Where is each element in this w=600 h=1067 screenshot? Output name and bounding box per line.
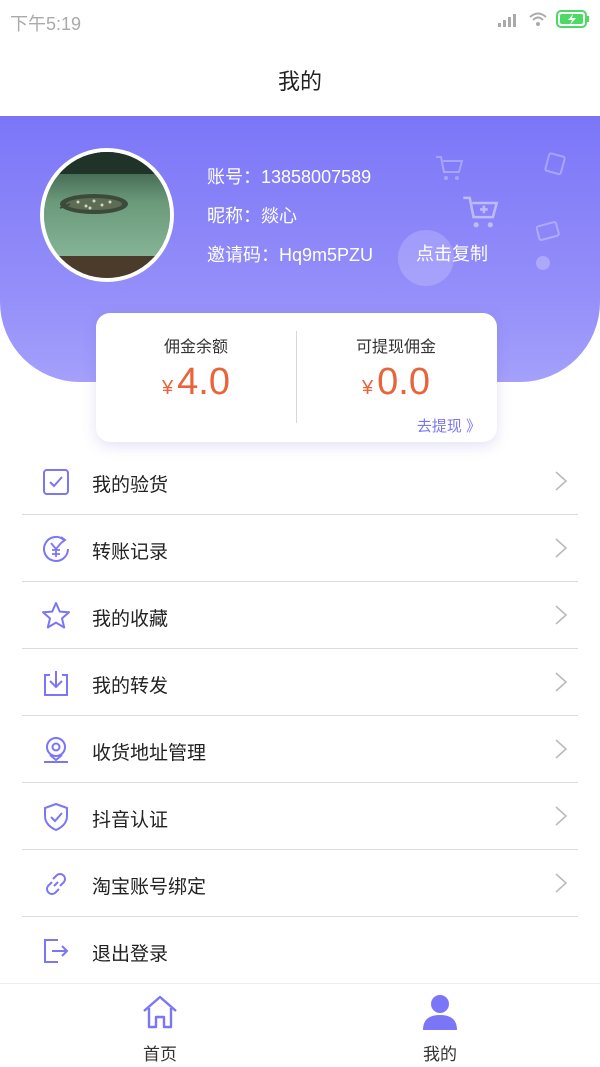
chevron-right-icon <box>555 806 568 826</box>
chevron-right-icon <box>555 538 568 558</box>
link-icon <box>46 873 66 895</box>
status-bar: 下午5:19 <box>0 0 600 40</box>
home-icon <box>143 995 177 1029</box>
chevron-right-icon <box>555 873 568 893</box>
bottom-tab-bar: 首页 我的 <box>0 983 600 1067</box>
signal-icon <box>498 14 516 27</box>
withdrawable-amount: ¥0.0 <box>296 361 496 404</box>
chevron-right-icon <box>555 605 568 625</box>
menu-label: 我的转发 <box>92 676 169 697</box>
title-bar: 我的 <box>0 40 600 116</box>
invite-code: 邀请码：Hq9m5PZU <box>207 245 374 265</box>
menu-item-douyin-verification[interactable]: 抖音认证 <box>22 783 578 850</box>
tab-mine-label: 我的 <box>423 1045 457 1064</box>
withdraw-link[interactable]: 去提现 》 <box>417 415 481 436</box>
shopping-cart-decoration-icon <box>436 156 464 180</box>
avatar-photo <box>44 152 170 278</box>
shopping-cart-decoration-icon <box>463 196 499 228</box>
check-box-icon <box>43 469 69 495</box>
menu-label: 抖音认证 <box>92 810 169 831</box>
tab-home[interactable]: 首页 <box>100 984 220 1067</box>
user-info: 账号：13858007589 昵称：燚心 邀请码：Hq9m5PZU <box>207 162 373 279</box>
star-icon <box>42 602 70 629</box>
menu-list: 我的验货 转账记录 我的收藏 我的转发 收货地址管理 抖音认证 淘宝账号绑定 退… <box>22 448 578 984</box>
menu-label: 退出登录 <box>92 944 169 965</box>
chevron-right-icon <box>555 672 568 692</box>
menu-item-my-shares[interactable]: 我的转发 <box>22 649 578 716</box>
yen-transfer-icon <box>43 535 69 562</box>
card-decoration-icon <box>536 221 560 241</box>
withdrawable-label: 可提现佣金 <box>355 339 436 356</box>
menu-label: 我的收藏 <box>92 609 169 630</box>
shield-check-icon <box>44 803 68 831</box>
copy-invite-code-button[interactable]: 点击复制 <box>416 240 488 266</box>
wallet-card: 佣金余额 ¥4.0 可提现佣金 ¥0.0 去提现 》 <box>96 313 497 442</box>
menu-item-my-inspection[interactable]: 我的验货 <box>22 448 578 515</box>
menu-label: 淘宝账号绑定 <box>92 877 207 898</box>
tab-home-label: 首页 <box>143 1045 177 1064</box>
menu-label: 收货地址管理 <box>92 743 207 764</box>
menu-label: 转账记录 <box>92 542 169 563</box>
commission-balance-label: 佣金余额 <box>163 339 228 356</box>
wifi-icon <box>529 12 547 26</box>
menu-item-transfer-records[interactable]: 转账记录 <box>22 515 578 582</box>
commission-balance-amount: ¥4.0 <box>96 361 296 404</box>
menu-item-address-management[interactable]: 收货地址管理 <box>22 716 578 783</box>
status-time: 下午5:19 <box>10 14 82 34</box>
commission-balance-block: 佣金余额 ¥4.0 <box>96 313 296 442</box>
menu-label: 我的验货 <box>92 475 169 496</box>
menu-item-taobao-binding[interactable]: 淘宝账号绑定 <box>22 850 578 917</box>
currency-symbol: ¥ <box>162 377 174 399</box>
logout-icon <box>44 939 69 963</box>
menu-item-logout[interactable]: 退出登录 <box>22 917 578 984</box>
chevron-right-icon <box>555 471 568 491</box>
avatar[interactable] <box>40 148 174 282</box>
account-number: 账号：13858007589 <box>207 167 372 187</box>
battery-charging-icon <box>556 10 589 28</box>
page-title: 我的 <box>277 69 322 94</box>
status-icons <box>498 10 590 28</box>
location-pin-icon <box>44 737 68 763</box>
commission-balance-value: 4.0 <box>177 361 230 403</box>
currency-symbol: ¥ <box>362 377 374 399</box>
download-share-icon <box>44 671 68 696</box>
nickname: 昵称：燚心 <box>207 206 297 226</box>
menu-item-my-favorites[interactable]: 我的收藏 <box>22 582 578 649</box>
tab-mine[interactable]: 我的 <box>380 984 500 1067</box>
circle-decoration-icon <box>536 256 550 270</box>
card-decoration-icon <box>544 152 566 176</box>
chevron-right-icon <box>555 739 568 759</box>
user-icon <box>423 995 457 1030</box>
withdrawable-value: 0.0 <box>377 361 430 403</box>
